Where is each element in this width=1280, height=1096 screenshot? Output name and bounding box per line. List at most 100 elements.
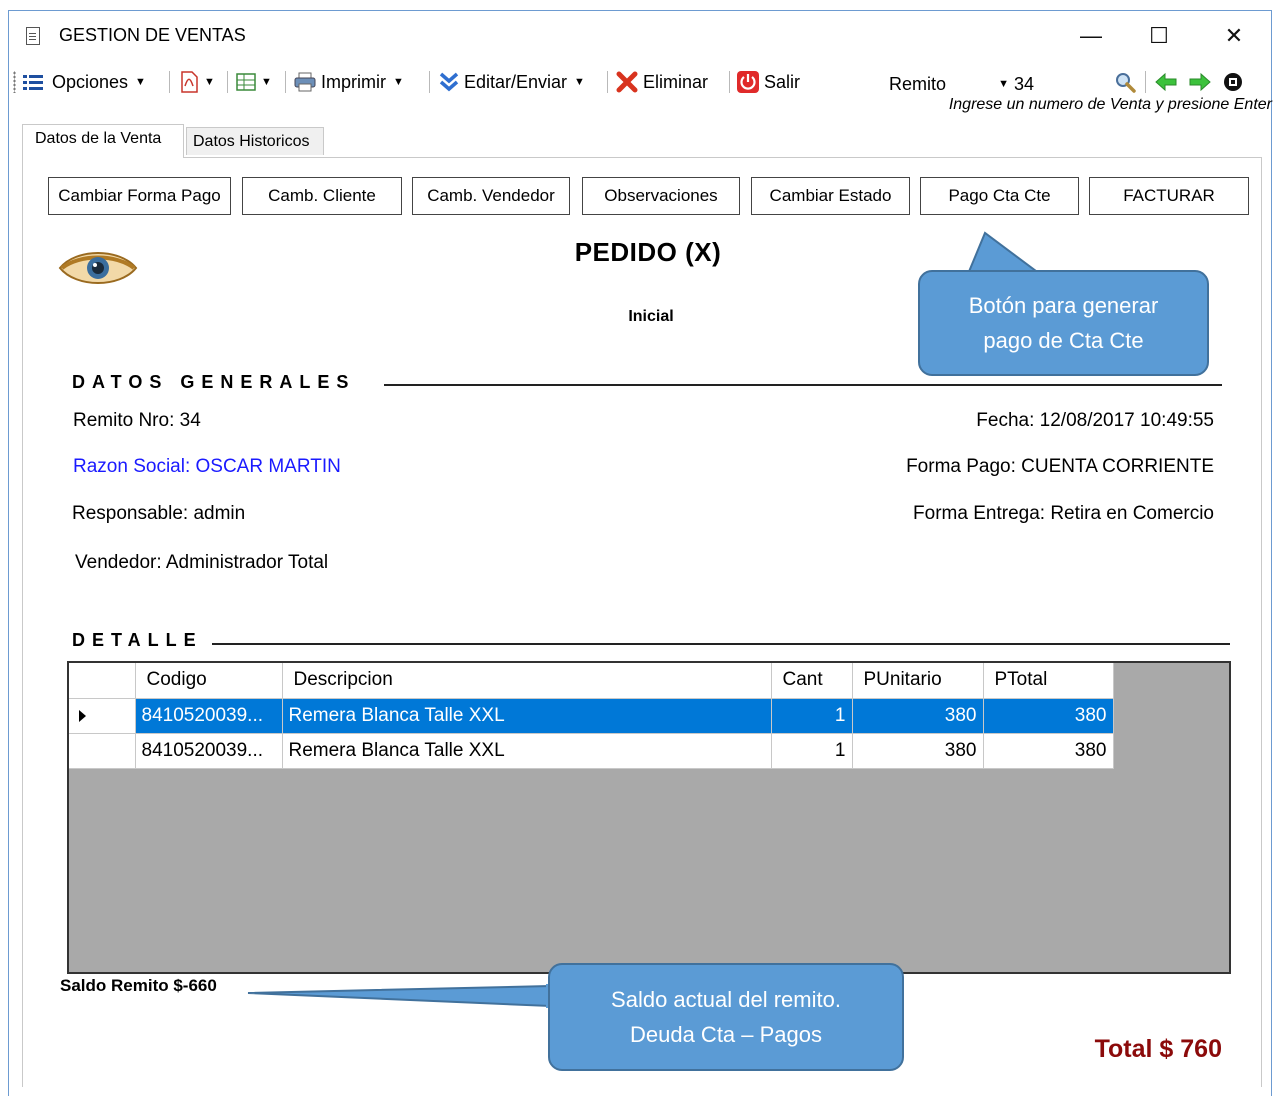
chevron-double-down-icon [439, 72, 459, 92]
excel-export-button[interactable]: ▼ [236, 69, 272, 95]
list-icon [23, 75, 43, 90]
eliminar-button[interactable]: Eliminar [616, 69, 708, 95]
cell-punitario[interactable]: 380 [852, 733, 984, 769]
chevron-down-icon: ▼ [135, 76, 146, 88]
document-type-value: Remito [889, 74, 947, 94]
column-header-codigo[interactable]: Codigo [135, 663, 283, 699]
toolbar-separator [729, 71, 730, 93]
report-title: PEDIDO (X) [574, 237, 722, 267]
chevron-down-icon: ▼ [574, 76, 585, 88]
next-button[interactable] [1189, 69, 1211, 95]
column-header-punitario[interactable]: PUnitario [852, 663, 984, 699]
minimize-button[interactable]: — [1071, 21, 1111, 51]
row-header-corner [69, 663, 136, 699]
maximize-button[interactable]: ☐ [1139, 21, 1179, 51]
row-pointer-icon [79, 709, 86, 722]
tab-datos-de-la-venta[interactable]: Datos de la Venta [22, 124, 184, 158]
pdf-export-button[interactable]: ▼ [179, 69, 215, 95]
detail-table: Codigo Descripcion Cant PUnitario PTotal… [69, 663, 1114, 769]
stop-icon [1224, 73, 1242, 91]
document-type-select[interactable]: Remito ▼ [889, 71, 1009, 97]
chevron-down-icon: ▼ [204, 76, 215, 88]
arrow-left-icon [1155, 72, 1177, 92]
window-title: GESTION DE VENTAS [59, 25, 246, 45]
detail-grid[interactable]: Codigo Descripcion Cant PUnitario PTotal… [67, 661, 1231, 974]
cell-codigo[interactable]: 8410520039... [135, 698, 283, 734]
column-header-cant[interactable]: Cant [771, 663, 853, 699]
callout-text-line: pago de Cta Cte [983, 328, 1144, 353]
section-divider [384, 384, 1222, 386]
document-icon [26, 27, 40, 45]
cambiar-cliente-button[interactable]: Camb. Cliente [242, 177, 402, 215]
table-row[interactable]: 8410520039... Remera Blanca Talle XXL 1 … [69, 698, 1114, 734]
callout-text-line: Botón para generar [968, 293, 1159, 318]
pago-cta-cte-button[interactable]: Pago Cta Cte [920, 177, 1079, 215]
total-amount: Total $ 760 [1094, 1035, 1222, 1063]
tab-datos-historicos[interactable]: Datos Historicos [186, 127, 324, 155]
cambiar-estado-button[interactable]: Cambiar Estado [751, 177, 910, 215]
imprimir-menu-button[interactable]: Imprimir ▼ [294, 69, 404, 95]
opciones-label: Opciones [52, 71, 129, 92]
opciones-menu-button[interactable]: Opciones ▼ [23, 69, 146, 95]
salir-label: Salir [764, 71, 801, 92]
toolbar-separator [169, 71, 170, 93]
salir-button[interactable]: Salir [737, 69, 800, 95]
cell-cant[interactable]: 1 [771, 698, 853, 734]
razon-social: Razon Social: OSCAR MARTIN [73, 456, 341, 477]
cell-descripcion[interactable]: Remera Blanca Talle XXL [282, 698, 772, 734]
cell-cant[interactable]: 1 [771, 733, 853, 769]
title-bar: GESTION DE VENTAS — ☐ ✕ [9, 11, 1271, 59]
eliminar-label: Eliminar [643, 71, 709, 92]
printer-icon [294, 72, 316, 92]
imprimir-label: Imprimir [321, 71, 386, 92]
report-status: Inicial [628, 308, 674, 325]
column-header-descripcion[interactable]: Descripcion [282, 663, 772, 699]
previous-button[interactable] [1155, 69, 1177, 95]
cell-ptotal[interactable]: 380 [983, 698, 1114, 734]
cell-descripcion[interactable]: Remera Blanca Talle XXL [282, 733, 772, 769]
editar-enviar-menu-button[interactable]: Editar/Enviar ▼ [439, 69, 585, 95]
callout-text-line: Deuda Cta – Pagos [629, 1022, 823, 1047]
chevron-down-icon: ▼ [393, 76, 404, 88]
column-header-ptotal[interactable]: PTotal [983, 663, 1114, 699]
search-button[interactable] [1114, 69, 1136, 95]
observaciones-button[interactable]: Observaciones [582, 177, 740, 215]
callout-pago-cta-cte: Botón para generar pago de Cta Cte [918, 270, 1209, 376]
toolbar-separator [285, 71, 286, 93]
row-header[interactable] [69, 733, 136, 769]
responsable: Responsable: admin [72, 503, 246, 524]
table-row[interactable]: 8410520039... Remera Blanca Talle XXL 1 … [69, 733, 1114, 769]
power-icon [737, 71, 759, 93]
cell-ptotal[interactable]: 380 [983, 733, 1114, 769]
forma-pago: Forma Pago: CUENTA CORRIENTE [906, 456, 1214, 477]
toolbar-separator [1145, 71, 1146, 93]
section-divider [212, 643, 1230, 645]
forma-entrega: Forma Entrega: Retira en Comercio [913, 503, 1214, 524]
delete-x-icon [616, 71, 638, 93]
search-icon [1116, 73, 1136, 93]
excel-icon [236, 73, 256, 91]
chevron-down-icon: ▼ [261, 76, 272, 88]
document-number-input[interactable]: 34 [1014, 71, 1104, 97]
callout-saldo: Saldo actual del remito. Deuda Cta – Pag… [548, 963, 904, 1071]
toolbar-separator [429, 71, 430, 93]
search-hint: Ingrese un numero de Venta y presione En… [948, 96, 1272, 113]
section-title-detalle: DETALLE [72, 630, 203, 650]
remito-number: Remito Nro: 34 [73, 410, 201, 431]
row-header[interactable] [69, 698, 136, 734]
saldo-remito: Saldo Remito $-660 [60, 976, 217, 995]
facturar-button[interactable]: FACTURAR [1089, 177, 1249, 215]
cell-codigo[interactable]: 8410520039... [135, 733, 283, 769]
pdf-icon [181, 71, 198, 93]
cell-punitario[interactable]: 380 [852, 698, 984, 734]
toolbar-separator [607, 71, 608, 93]
section-title-datos-generales: DATOS GENERALES [72, 372, 356, 392]
toolbar-separator [227, 71, 228, 93]
close-button[interactable]: ✕ [1214, 21, 1254, 51]
cambiar-forma-pago-button[interactable]: Cambiar Forma Pago [48, 177, 231, 215]
editar-enviar-label: Editar/Enviar [464, 71, 568, 92]
toolbar-grip-icon[interactable] [13, 71, 16, 93]
cambiar-vendedor-button[interactable]: Camb. Vendedor [412, 177, 570, 215]
stop-button[interactable] [1223, 69, 1243, 95]
toolbar: Opciones ▼ ▼ ▼ Imprimir ▼ Editar/Enviar … [9, 63, 1271, 99]
